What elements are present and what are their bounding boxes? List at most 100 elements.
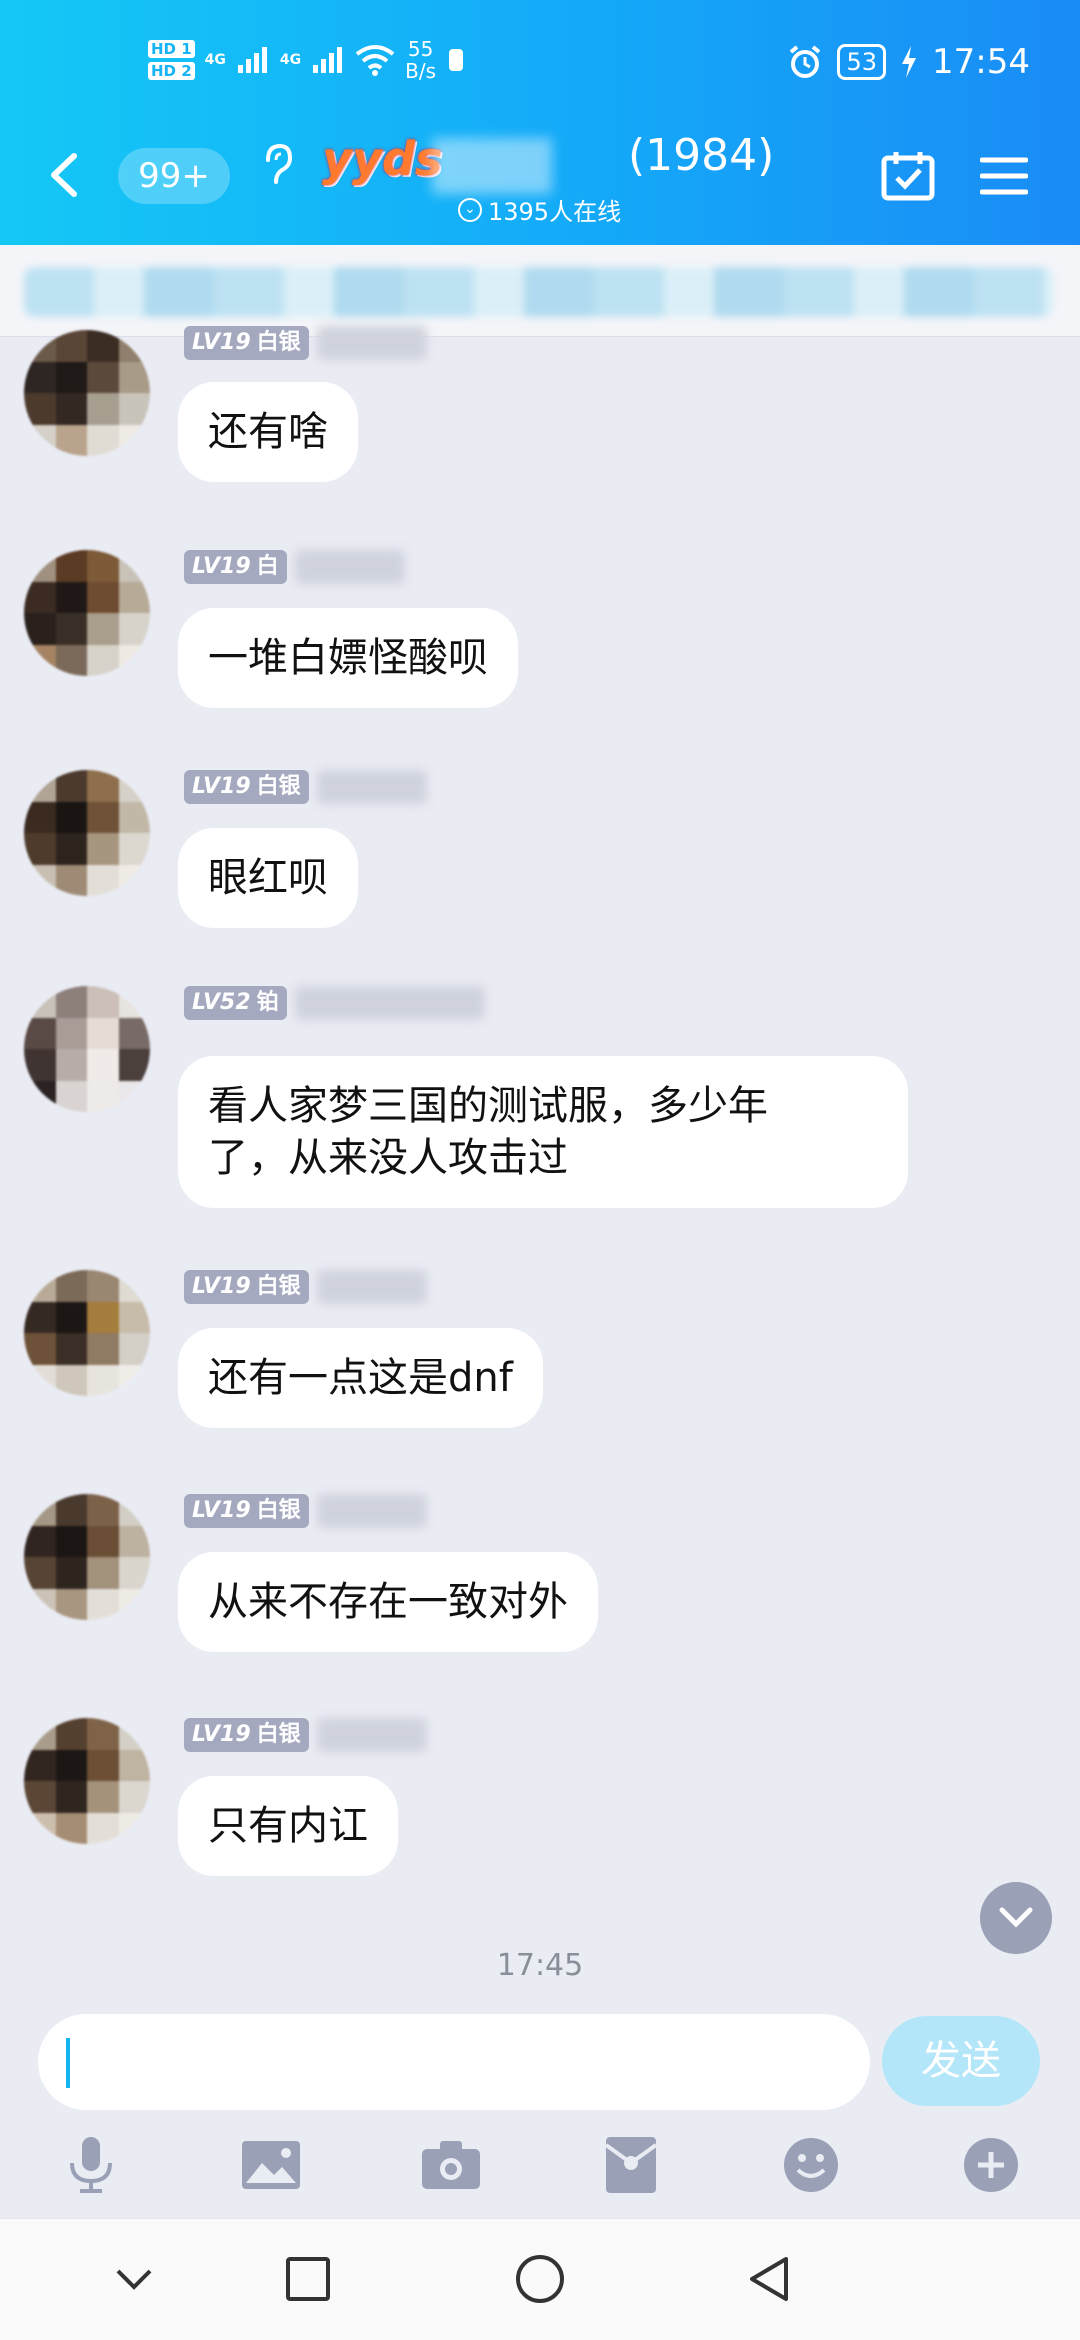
network-speed: 55 B/s bbox=[405, 38, 436, 82]
send-button[interactable]: 发送 bbox=[882, 2016, 1040, 2106]
username-redacted bbox=[316, 1494, 427, 1528]
level-tag: LV52 铂 bbox=[184, 986, 287, 1020]
username-redacted bbox=[316, 326, 427, 360]
level-tag: LV19 白银 bbox=[184, 770, 309, 804]
level-label: LV19 bbox=[192, 774, 251, 799]
rank-label: 白银 bbox=[256, 330, 301, 355]
username-redacted bbox=[316, 1270, 427, 1304]
notification-icon bbox=[449, 49, 464, 71]
hd2-indicator: HD 2 bbox=[148, 62, 195, 80]
avatar[interactable] bbox=[24, 1494, 150, 1620]
member-level: LV19 白银 bbox=[184, 326, 427, 360]
camera-icon[interactable] bbox=[416, 2130, 486, 2200]
level-label: LV19 bbox=[192, 1274, 251, 1299]
wifi-icon bbox=[355, 45, 395, 76]
rank-label: 白 bbox=[256, 554, 279, 579]
level-label: LV19 bbox=[192, 330, 251, 355]
red-packet-icon[interactable] bbox=[596, 2130, 666, 2200]
signal-2-icon bbox=[313, 47, 343, 73]
signal-1-icon bbox=[237, 47, 267, 73]
level-tag: LV19 白银 bbox=[184, 326, 309, 360]
message-timestamp: 17:45 bbox=[496, 1948, 584, 1983]
alarm-icon bbox=[790, 45, 821, 78]
avatar[interactable] bbox=[24, 770, 150, 896]
avatar[interactable] bbox=[24, 550, 150, 676]
plus-icon[interactable] bbox=[956, 2130, 1026, 2200]
level-tag: LV19 白银 bbox=[184, 1718, 309, 1752]
chat-header: HD 1 HD 2 4G 4G 55 B/s 53 17:54 99+ yyds… bbox=[0, 0, 1080, 245]
status-bar: HD 1 HD 2 4G 4G 55 B/s 53 17:54 bbox=[0, 30, 1080, 90]
online-status: ⌄ 1395人在线 bbox=[458, 192, 621, 227]
hd1-indicator: HD 1 bbox=[148, 40, 195, 58]
message-line: 了，从来没人攻击过 bbox=[208, 1135, 568, 1181]
status-left: HD 1 HD 2 4G 4G 55 B/s bbox=[148, 38, 466, 82]
nav-home-icon[interactable] bbox=[510, 2249, 570, 2309]
emoji-icon[interactable] bbox=[776, 2130, 846, 2200]
member-level: LV52 铂 bbox=[184, 986, 485, 1020]
avatar[interactable] bbox=[24, 986, 150, 1112]
member-level: LV19 白银 bbox=[184, 1494, 427, 1528]
rank-label: 白银 bbox=[256, 1722, 301, 1747]
ear-icon[interactable] bbox=[262, 142, 294, 198]
level-label: LV19 bbox=[192, 554, 251, 579]
group-name-redacted bbox=[432, 138, 552, 194]
level-label: LV19 bbox=[192, 1498, 251, 1523]
back-arrow-icon[interactable] bbox=[44, 150, 84, 200]
avatar[interactable] bbox=[24, 330, 150, 456]
menu-icon[interactable] bbox=[980, 154, 1028, 198]
rank-label: 白银 bbox=[256, 774, 301, 799]
message-bubble[interactable]: 眼红呗 bbox=[178, 828, 358, 928]
avatar[interactable] bbox=[24, 1270, 150, 1396]
level-tag: LV19 白银 bbox=[184, 1270, 309, 1304]
speed-unit: B/s bbox=[405, 59, 437, 83]
speed-value: 55 bbox=[407, 37, 434, 61]
username-redacted bbox=[316, 770, 427, 804]
member-level: LV19 白 bbox=[184, 550, 405, 584]
input-toolbar bbox=[0, 2120, 1080, 2220]
nav-recents-icon[interactable] bbox=[278, 2249, 338, 2309]
rank-label: 铂 bbox=[256, 990, 279, 1015]
message-bubble[interactable]: 只有内讧 bbox=[178, 1776, 398, 1876]
scroll-to-bottom-button[interactable] bbox=[980, 1882, 1052, 1954]
level-label: LV52 bbox=[192, 990, 251, 1015]
nav-collapse-icon[interactable] bbox=[104, 2249, 164, 2309]
nav-back-icon[interactable] bbox=[740, 2249, 800, 2309]
network-1-label: 4G bbox=[204, 52, 226, 68]
image-icon[interactable] bbox=[236, 2130, 306, 2200]
member-count: (1984) bbox=[628, 130, 775, 181]
message-bubble[interactable]: 看人家梦三国的测试服，多少年 了，从来没人攻击过 bbox=[178, 1056, 908, 1208]
text-cursor bbox=[66, 2038, 70, 2088]
charging-icon bbox=[902, 46, 917, 78]
member-level: LV19 白银 bbox=[184, 1270, 427, 1304]
calendar-check-icon[interactable] bbox=[880, 150, 936, 202]
status-right: 53 17:54 bbox=[787, 42, 1030, 82]
chevron-down-icon bbox=[999, 1907, 1033, 1928]
message-input[interactable] bbox=[38, 2014, 870, 2110]
level-tag: LV19 白银 bbox=[184, 1494, 309, 1528]
microphone-icon[interactable] bbox=[56, 2130, 126, 2200]
message-bubble[interactable]: 从来不存在一致对外 bbox=[178, 1552, 598, 1652]
username-redacted bbox=[316, 1718, 427, 1752]
notice-redacted bbox=[24, 267, 1054, 317]
member-level: LV19 白银 bbox=[184, 770, 427, 804]
member-level: LV19 白银 bbox=[184, 1718, 427, 1752]
network-2-label: 4G bbox=[279, 52, 302, 68]
avatar[interactable] bbox=[24, 1718, 150, 1844]
level-tag: LV19 白 bbox=[184, 550, 287, 584]
username-redacted bbox=[294, 550, 405, 584]
online-count: 1395人在线 bbox=[488, 198, 622, 226]
message-bubble[interactable]: 还有啥 bbox=[178, 382, 358, 482]
message-bubble[interactable]: 一堆白嫖怪酸呗 bbox=[178, 608, 518, 708]
username-redacted bbox=[294, 986, 485, 1020]
rank-label: 白银 bbox=[256, 1498, 301, 1523]
message-line: 看人家梦三国的测试服，多少年 bbox=[208, 1083, 768, 1129]
clock: 17:54 bbox=[932, 42, 1030, 82]
group-notice-bar[interactable] bbox=[0, 245, 1080, 337]
group-logo: yyds bbox=[322, 132, 443, 186]
unread-badge[interactable]: 99+ bbox=[118, 148, 230, 204]
message-bubble[interactable]: 还有一点这是dnf bbox=[178, 1328, 543, 1428]
hd-indicators: HD 1 HD 2 bbox=[148, 40, 195, 80]
level-label: LV19 bbox=[192, 1722, 251, 1747]
system-nav-bar bbox=[0, 2218, 1080, 2340]
rank-label: 白银 bbox=[256, 1274, 301, 1299]
